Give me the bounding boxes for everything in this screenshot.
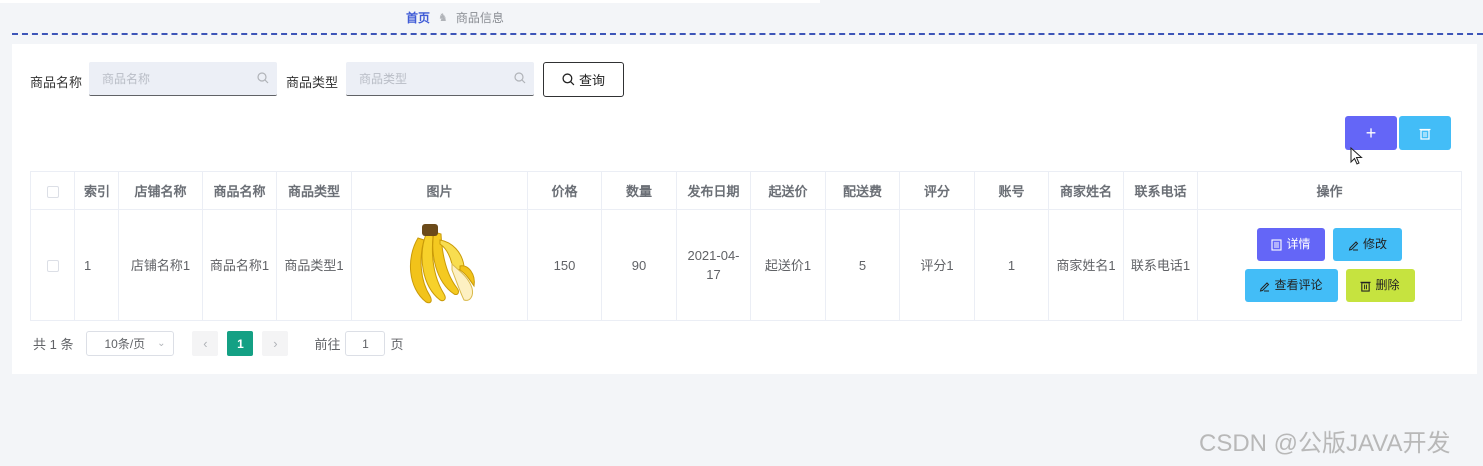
plus-icon: + [1365, 122, 1377, 143]
goto-label: 前往 [314, 337, 341, 352]
page-number-button[interactable]: 1 [227, 331, 254, 356]
cell-image [351, 209, 528, 321]
chevron-down-icon: ⌄ [157, 338, 166, 349]
cell-name: 商品名称1 [202, 209, 277, 321]
select-all-cell [30, 171, 75, 210]
goto-page-input[interactable]: 1 [345, 331, 386, 356]
type-search-label: 商品类型 [286, 75, 339, 90]
content-panel: 商品名称 商品类型 查询 + 索引 店铺名称 商品名称 商品类型 [12, 44, 1477, 374]
cell-account: 1 [974, 209, 1049, 321]
header-rating: 评分 [899, 171, 975, 210]
cell-index: 1 [74, 209, 119, 321]
pagination: 共 1 条 10条/页 ⌄ ‹ 1 › 前往 1 页 [33, 331, 404, 356]
cell-type: 商品类型1 [276, 209, 352, 321]
breadcrumb-current: 商品信息 [455, 11, 504, 25]
page-unit-label: 页 [390, 337, 404, 352]
header-qty: 数量 [601, 171, 677, 210]
header-type: 商品类型 [276, 171, 352, 210]
header-ops: 操作 [1197, 171, 1462, 210]
edit-icon [1260, 281, 1270, 292]
row-checkbox[interactable] [46, 260, 59, 273]
cell-rating: 评分1 [899, 209, 975, 321]
delete-button[interactable]: 删除 [1345, 269, 1415, 302]
header-account: 账号 [974, 171, 1049, 210]
header-index: 索引 [74, 171, 119, 210]
search-icon [514, 72, 526, 84]
top-strip [0, 0, 820, 3]
header-fee: 配送费 [825, 171, 900, 210]
header-image: 图片 [351, 171, 528, 210]
cell-phone: 联系电话1 [1123, 209, 1198, 321]
table-header-row: 索引 店铺名称 商品名称 商品类型 图片 价格 数量 发布日期 起送价 配送费 … [30, 171, 1462, 210]
cell-qty: 90 [601, 209, 677, 321]
search-icon [257, 72, 269, 84]
batch-delete-button[interactable] [1399, 116, 1451, 150]
delete-button-label: 删除 [1375, 278, 1400, 292]
banana-image[interactable] [400, 218, 480, 308]
type-search-input[interactable] [346, 62, 534, 95]
mouse-cursor-icon [1350, 147, 1363, 165]
breadcrumb-home[interactable]: 首页 [406, 9, 430, 26]
header-shop: 店铺名称 [118, 171, 203, 210]
header-date: 发布日期 [676, 171, 751, 210]
edit-button-label: 修改 [1362, 237, 1387, 251]
row-select-cell [30, 209, 75, 321]
cell-shop: 店铺名称1 [118, 209, 203, 321]
document-icon [1271, 238, 1283, 251]
row-actions-top: 详情 修改 [1257, 228, 1402, 261]
search-icon [562, 73, 575, 86]
row-actions-bottom: 查看评论 删除 [1244, 269, 1415, 302]
page-size-value: 10条/页 [104, 337, 146, 351]
name-search-label: 商品名称 [30, 75, 83, 90]
view-reviews-label: 查看评论 [1274, 278, 1323, 292]
table-row: 1 店铺名称1 商品名称1 商品类型1 150 90 2021-04-17 起送… [30, 209, 1462, 321]
cell-fee: 5 [825, 209, 900, 321]
select-all-checkbox[interactable] [46, 185, 59, 198]
detail-button-label: 详情 [1286, 237, 1311, 251]
name-search-field[interactable] [89, 62, 277, 96]
query-button-label: 查询 [578, 73, 605, 88]
chevron-right-icon: › [273, 336, 278, 351]
header-name: 商品名称 [202, 171, 277, 210]
cell-min-price: 起送价1 [750, 209, 826, 321]
type-search-field[interactable] [346, 62, 534, 96]
trash-icon [1360, 281, 1372, 292]
prev-page-button[interactable]: ‹ [192, 331, 219, 356]
next-page-button[interactable]: › [262, 331, 289, 356]
breadcrumb-separator-icon: ♞ [438, 12, 448, 24]
view-reviews-button[interactable]: 查看评论 [1244, 269, 1338, 302]
edit-icon [1348, 240, 1359, 251]
header-price: 价格 [527, 171, 602, 210]
watermark: CSDN @公版JAVA开发 [1199, 430, 1451, 457]
top-bar: 首页 ♞ 商品信息 [0, 0, 1483, 34]
detail-button[interactable]: 详情 [1257, 228, 1325, 261]
pagination-total: 共 1 条 [33, 337, 74, 352]
dashed-divider [12, 33, 1483, 35]
cell-merchant: 商家姓名1 [1048, 209, 1124, 321]
chevron-left-icon: ‹ [203, 336, 208, 351]
cell-price: 150 [527, 209, 602, 321]
row-actions: 详情 修改 查看评论 删除 [1202, 228, 1457, 302]
cell-ops: 详情 修改 查看评论 删除 [1197, 209, 1462, 321]
header-min-price: 起送价 [750, 171, 826, 210]
header-phone: 联系电话 [1123, 171, 1198, 210]
add-button[interactable]: + [1345, 116, 1397, 150]
breadcrumb: 首页 ♞ 商品信息 [406, 9, 504, 26]
product-table: 索引 店铺名称 商品名称 商品类型 图片 价格 数量 发布日期 起送价 配送费 … [30, 171, 1462, 321]
page-size-select[interactable]: 10条/页 ⌄ [86, 331, 175, 356]
name-search-input[interactable] [89, 62, 277, 95]
header-merchant: 商家姓名 [1048, 171, 1124, 210]
query-button[interactable]: 查询 [543, 62, 624, 97]
cell-date: 2021-04-17 [676, 209, 751, 321]
trash-icon [1419, 128, 1431, 140]
edit-button[interactable]: 修改 [1333, 228, 1402, 261]
